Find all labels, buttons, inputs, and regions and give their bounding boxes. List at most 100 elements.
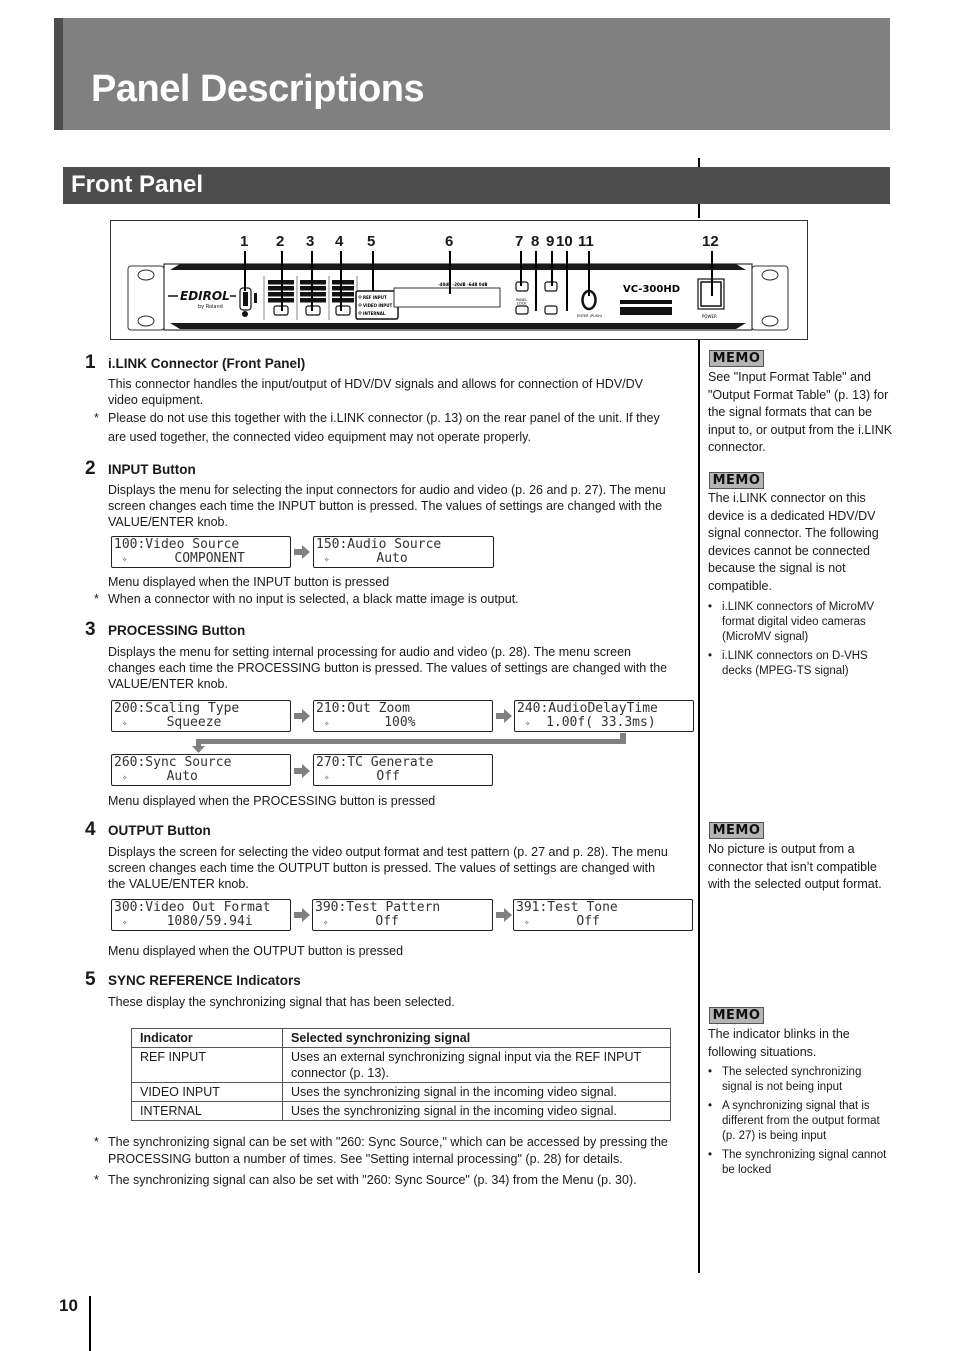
page-title: Panel Descriptions (91, 68, 425, 110)
table-cell: Uses the synchronizing signal in the inc… (282, 1101, 671, 1121)
svg-text:POWER: POWER (702, 314, 717, 319)
bottom-trim (170, 323, 746, 329)
memo-list: i.LINK connectors of MicroMV format digi… (708, 600, 893, 683)
memo-text: See "Input Format Table" and "Output For… (708, 370, 893, 454)
svg-text:LOCK: LOCK (517, 302, 527, 306)
lcd-screen: 260:Sync Source ✧ Auto (111, 754, 291, 786)
lcd-screen: 210:Out Zoom ✧ 100% (313, 700, 493, 732)
output-button-shape (335, 305, 351, 316)
callout-9: 9 (546, 233, 555, 250)
memo-list: The selected synchronizing signal is not… (708, 1065, 893, 1182)
section-2-body: Displays the menu for selecting the inpu… (108, 483, 666, 529)
memo-list-item: i.LINK connectors on D-VHS decks (MPEG-T… (708, 649, 893, 679)
page-number: 10 (59, 1296, 78, 1315)
callout-8: 8 (531, 233, 540, 250)
svg-text:ENTER (PUSH): ENTER (PUSH) (577, 314, 603, 318)
callout-line (588, 251, 590, 296)
memo-badge: MEMO (709, 350, 764, 367)
flow-arrow-icon (294, 908, 310, 922)
lcd-screen: 100:Video Source ✧ COMPONENT (111, 536, 291, 568)
table-header: Indicator (131, 1028, 283, 1048)
callout-line (520, 251, 522, 286)
svg-text:REF INPUT: REF INPUT (363, 295, 387, 300)
callout-12: 12 (702, 233, 719, 250)
screen-caption: Menu displayed when the PROCESSING butto… (108, 794, 436, 808)
svg-text:by Roland: by Roland (198, 304, 223, 310)
rec-button-shape (515, 281, 529, 292)
table-row: INTERNAL Uses the synchronizing signal i… (131, 1101, 671, 1121)
section-1-note: * Please do not use this together with th… (94, 411, 660, 444)
callout-line (244, 251, 246, 291)
exit-button-shape (544, 305, 558, 315)
section-title: Front Panel (71, 171, 204, 198)
svg-text:VIDEO INPUT: VIDEO INPUT (363, 303, 392, 308)
processing-button-shape (305, 305, 321, 316)
table-cell: VIDEO INPUT (131, 1082, 283, 1102)
flow-arrow-icon (496, 908, 512, 922)
rack-hole (137, 269, 155, 281)
section-5-body: These display the synchronizing signal t… (108, 995, 455, 1009)
table-cell: REF INPUT (131, 1047, 283, 1083)
rack-hole (137, 315, 155, 327)
callout-3: 3 (306, 233, 315, 250)
memo-list-item: i.LINK connectors of MicroMV format digi… (708, 600, 893, 645)
memo-text: No picture is output from a connector th… (708, 842, 882, 891)
section-heading: PROCESSING Button (108, 623, 246, 638)
flow-arrow-icon (294, 545, 310, 559)
section-4-body: Displays the screen for selecting the vi… (108, 845, 668, 891)
table-cell: Uses an external synchronizing signal in… (282, 1047, 671, 1083)
screen-caption: Menu displayed when the OUTPUT button is… (108, 944, 404, 958)
memo-text: The i.LINK connector on this device is a… (708, 491, 879, 593)
svg-text:INTERNAL: INTERNAL (363, 311, 386, 316)
lcd-screen: 270:TC Generate ✧ Off (313, 754, 493, 786)
callout-line (535, 251, 537, 311)
callout-line (372, 251, 374, 291)
lcd-screen: 240:AudioDelayTime ✧ 1.00f( 33.3ms) (514, 700, 694, 732)
flow-wrap-arrow-icon (192, 733, 626, 753)
callout-line (281, 251, 283, 311)
section-heading: i.LINK Connector (Front Panel) (108, 356, 306, 371)
memo-badge: MEMO (709, 822, 764, 839)
column-divider (698, 340, 700, 1273)
chapter-title-bar: Panel Descriptions (54, 18, 890, 130)
panel-lock-button-shape (515, 305, 529, 315)
table-header: Selected synchronizing signal (282, 1028, 671, 1048)
callout-4: 4 (335, 233, 344, 250)
table-header-row: Indicator Selected synchronizing signal (131, 1028, 671, 1048)
section-3-body: Displays the menu for setting internal p… (108, 645, 668, 691)
section-number: 3 (85, 619, 96, 640)
section-2-note: * When a connector with no input is selec… (94, 592, 519, 606)
screen-caption: Menu displayed when the INPUT button is … (108, 575, 390, 589)
section-5-note: * The synchronizing signal can be set wit… (94, 1135, 668, 1166)
callout-1: 1 (240, 233, 249, 250)
section-heading: INPUT Button (108, 462, 196, 477)
feature-badge (620, 307, 672, 315)
memo-text: The indicator blinks in the following si… (708, 1027, 850, 1059)
lcd-screen: 150:Audio Source ✧ Auto (313, 536, 494, 568)
top-trim (170, 264, 746, 270)
section-1-body: This connector handles the input/output … (108, 377, 644, 407)
callout-line (566, 251, 568, 311)
table-cell: INTERNAL (131, 1101, 283, 1121)
svg-text:-40dB -20dB -6dB 0dB: -40dB -20dB -6dB 0dB (438, 282, 488, 287)
callout-10: 10 (556, 233, 573, 250)
callout-line (311, 251, 313, 311)
section-heading: OUTPUT Button (108, 823, 211, 838)
section-number: 5 (85, 969, 96, 990)
rack-hole (761, 269, 779, 281)
memo-list-item: A synchronizing signal that is different… (708, 1099, 893, 1144)
edirol-logo: EDIROL (180, 289, 230, 303)
sync-indicator-table: Indicator Selected synchronizing signal … (131, 1028, 671, 1121)
section-header-bar: Front Panel (63, 167, 890, 204)
rack-hole (761, 315, 779, 327)
footer-rule (89, 1296, 91, 1351)
callout-6: 6 (445, 233, 454, 250)
callout-line (711, 251, 713, 296)
flow-arrow-icon (294, 709, 310, 723)
lcd-screen: 300:Video Out Format ✧ 1080/59.94i (111, 899, 291, 931)
lcd-screen: 390:Test Pattern ✧ Off (312, 899, 493, 931)
section-number: 2 (85, 458, 96, 479)
title-accent-stripe (54, 18, 63, 130)
callout-2: 2 (276, 233, 285, 250)
section-heading: SYNC REFERENCE Indicators (108, 973, 301, 988)
